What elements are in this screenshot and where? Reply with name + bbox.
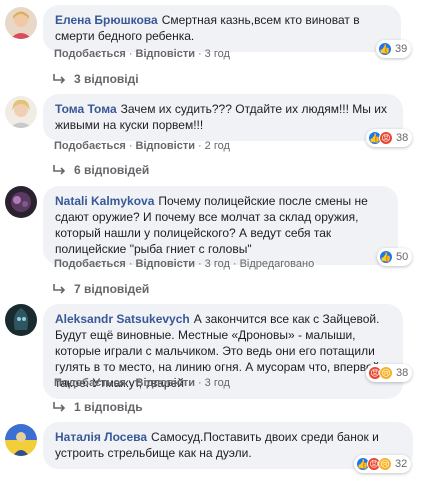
reactions-summary[interactable]: 👍 39	[376, 40, 412, 58]
avatar[interactable]	[5, 424, 37, 456]
reply-arrow-icon	[53, 402, 66, 412]
comment-bubble: Natali Kalmykova Почему полицейские после…	[43, 186, 398, 265]
avatar[interactable]	[5, 96, 37, 128]
view-replies-link[interactable]: 7 відповідей	[52, 282, 149, 296]
comment-actions: Подобається · Відповісти · 3 год · Відредагова…	[54, 258, 315, 270]
comment-time[interactable]: 2 год	[205, 140, 230, 152]
like-link[interactable]: Подобається	[54, 258, 126, 270]
comment-time[interactable]: 3 год	[205, 377, 230, 389]
view-replies-link[interactable]: 1 відповідь	[52, 400, 143, 414]
view-replies-link[interactable]: 6 відповідей	[52, 163, 149, 177]
reply-link[interactable]: Відповісти	[136, 140, 195, 152]
avatar[interactable]	[5, 7, 37, 39]
comment-author[interactable]: Aleksandr Satsukevych	[55, 312, 190, 326]
comment-author[interactable]: Елена Брюшкова	[55, 13, 158, 27]
sad-reaction-icon: 😢	[379, 366, 393, 380]
avatar[interactable]	[5, 304, 37, 336]
comment-bubble: Елена Брюшкова Смертная казнь,всем кто ви…	[43, 5, 401, 52]
sad-reaction-icon: 😢	[378, 457, 392, 471]
reply-link[interactable]: Відповісти	[136, 258, 195, 270]
comment-actions: Подобається · Відповісти · 3 год	[54, 48, 230, 60]
comment-actions: Подобається · Відповісти · 3 год	[54, 377, 230, 389]
view-replies-link[interactable]: 3 відповіді	[52, 72, 139, 86]
like-reaction-icon: 👍	[379, 250, 393, 264]
reactions-summary[interactable]: 👍 😡 38	[366, 129, 413, 147]
comment-author[interactable]: Тома Тома	[55, 102, 117, 116]
reply-arrow-icon	[53, 165, 66, 175]
reaction-count: 38	[396, 367, 409, 379]
comment-actions: Подобається · Відповісти · 2 год	[54, 140, 230, 152]
comment-author[interactable]: Наталія Лосева	[55, 430, 147, 444]
comment-author[interactable]: Natali Kalmykova	[55, 194, 154, 208]
reactions-summary[interactable]: 👍 50	[377, 248, 413, 266]
edited-label[interactable]: Відредаговано	[240, 258, 315, 270]
reply-link[interactable]: Відповісти	[136, 48, 195, 60]
reactions-summary[interactable]: 😡 😢 38	[366, 364, 413, 382]
reply-arrow-icon	[53, 74, 66, 84]
reaction-count: 50	[396, 251, 409, 263]
like-link[interactable]: Подобається	[54, 140, 126, 152]
avatar[interactable]	[5, 186, 37, 218]
reply-link[interactable]: Відповісти	[136, 377, 195, 389]
reaction-count: 39	[395, 43, 408, 55]
like-reaction-icon: 👍	[378, 42, 392, 56]
reply-arrow-icon	[53, 284, 66, 294]
reactions-summary[interactable]: 👍 😡 😢 32	[354, 455, 412, 473]
reaction-count: 32	[395, 458, 408, 470]
like-link[interactable]: Подобається	[54, 48, 126, 60]
like-link[interactable]: Подобається	[54, 377, 126, 389]
reaction-count: 38	[396, 132, 409, 144]
comment-time[interactable]: 3 год	[205, 258, 230, 270]
angry-reaction-icon: 😡	[379, 131, 393, 145]
comment-time[interactable]: 3 год	[205, 48, 230, 60]
comment-bubble: Тома Тома Зачем их судить??? Отдайте их л…	[43, 94, 403, 141]
